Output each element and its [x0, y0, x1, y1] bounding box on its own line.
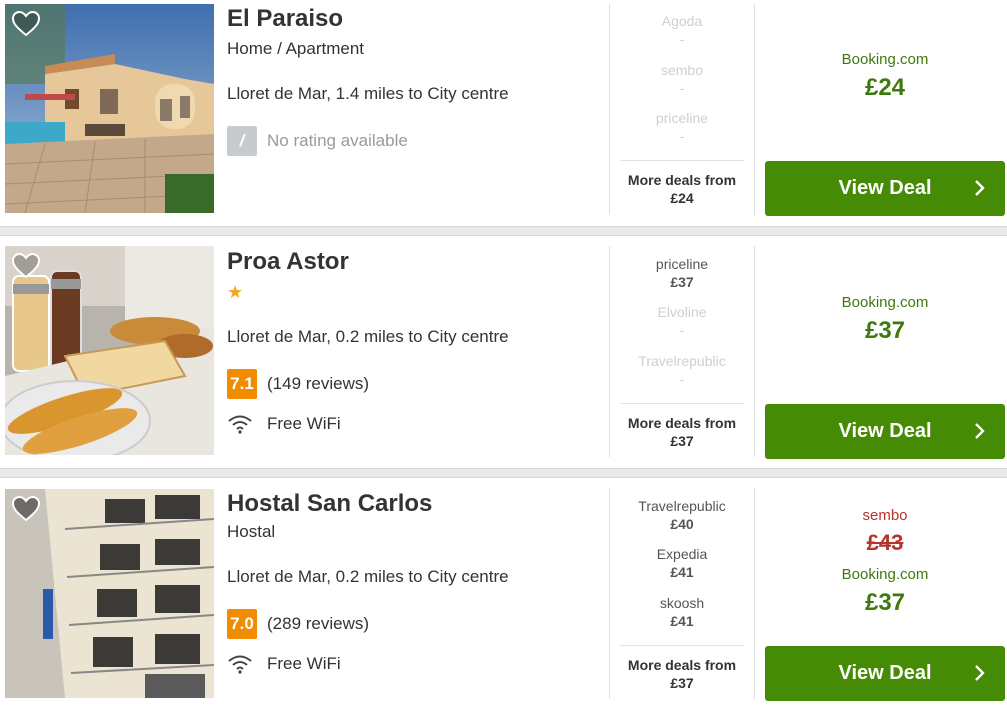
deal-provider: sembo	[660, 62, 704, 78]
rating-row: 7.1 (149 reviews)	[227, 369, 369, 399]
hotel-photo[interactable]	[5, 4, 214, 213]
amenity-label: Free WiFi	[267, 654, 341, 673]
best-price: £24	[864, 74, 906, 101]
deal-item[interactable]: priceline -	[620, 109, 744, 145]
rating-text: (289 reviews)	[267, 614, 370, 633]
deal-provider: Travelrepublic	[638, 353, 726, 369]
more-deals-link[interactable]: More deals from £37	[620, 645, 744, 692]
rating-text: No rating available	[267, 131, 408, 150]
hotel-card-1: El Paraiso Home / Apartment Lloret de Ma…	[0, 0, 1007, 225]
best-price: £37	[864, 589, 906, 616]
deal-item[interactable]: priceline £37	[620, 255, 744, 291]
divider	[609, 246, 610, 457]
more-deals-label: More deals from	[627, 657, 737, 673]
wifi-icon	[228, 655, 252, 674]
deal-item[interactable]: Expedia £41	[620, 545, 744, 581]
heart-icon[interactable]	[12, 11, 40, 37]
more-deals-label: More deals from	[627, 415, 737, 431]
deal-item[interactable]: Elvoline -	[620, 303, 744, 339]
divider	[754, 488, 755, 699]
deal-price: £41	[670, 564, 694, 580]
rating-text: (149 reviews)	[267, 374, 370, 393]
more-deals-price: £24	[670, 190, 694, 206]
heart-icon[interactable]	[12, 496, 40, 522]
hotel-card-2: Proa Astor ★ Lloret de Mar, 0.2 miles to…	[0, 237, 1007, 467]
deal-price: £37	[670, 274, 694, 290]
deal-provider: Travelrepublic	[638, 498, 726, 514]
deal-price: -	[679, 371, 685, 387]
hotel-location: Lloret de Mar, 0.2 miles to City centre	[227, 567, 509, 586]
chevron-right-icon	[975, 665, 985, 681]
heart-icon[interactable]	[12, 253, 40, 279]
hotel-card-3: Hostal San Carlos Hostal Lloret de Mar, …	[0, 479, 1007, 705]
hotel-photo[interactable]	[5, 489, 214, 698]
rating-score: 7.0	[227, 609, 257, 639]
deal-price: -	[679, 128, 685, 144]
deal-provider: priceline	[655, 110, 709, 126]
deal-item[interactable]: Agoda -	[620, 12, 744, 48]
rating-score: 7.1	[227, 369, 257, 399]
best-price: £37	[864, 317, 906, 344]
best-provider: Booking.com	[841, 566, 929, 583]
chevron-right-icon	[975, 180, 985, 196]
view-deal-button[interactable]: View Deal	[765, 646, 1005, 701]
star-icon: ★	[227, 282, 244, 302]
view-deal-button[interactable]: View Deal	[765, 404, 1005, 459]
more-deals-price: £37	[670, 675, 694, 691]
view-deal-label: View Deal	[838, 420, 932, 442]
hotel-name[interactable]: Hostal San Carlos	[227, 490, 432, 518]
hotel-name[interactable]: Proa Astor	[227, 248, 349, 276]
hotel-location: Lloret de Mar, 1.4 miles to City centre	[227, 84, 509, 103]
deal-item[interactable]: Travelrepublic -	[620, 352, 744, 388]
deal-provider: priceline	[655, 256, 709, 272]
deal-price: -	[679, 322, 685, 338]
amenity-label: Free WiFi	[267, 414, 341, 433]
more-deals-link[interactable]: More deals from £24	[620, 160, 744, 207]
property-type: Home / Apartment	[227, 39, 365, 58]
view-deal-button[interactable]: View Deal	[765, 161, 1005, 216]
hotel-photo[interactable]	[5, 246, 214, 455]
hotel-location: Lloret de Mar, 0.2 miles to City centre	[227, 327, 509, 346]
deal-provider: Expedia	[656, 546, 708, 562]
chevron-right-icon	[975, 423, 985, 439]
deal-price: £41	[670, 613, 694, 629]
wifi-icon	[228, 415, 252, 434]
amenity-row: Free WiFi	[227, 653, 341, 675]
deal-price: -	[679, 31, 685, 47]
deal-item[interactable]: Travelrepublic £40	[620, 497, 744, 533]
deal-provider: skoosh	[659, 595, 705, 611]
best-provider: Booking.com	[841, 294, 929, 311]
deal-item[interactable]: sembo -	[620, 61, 744, 97]
more-deals-link[interactable]: More deals from £37	[620, 403, 744, 450]
rating-score: /	[227, 126, 257, 156]
rating-row: / No rating available	[227, 126, 408, 156]
more-deals-price: £37	[670, 433, 694, 449]
card-separator	[0, 468, 1007, 478]
rating-row: 7.0 (289 reviews)	[227, 609, 369, 639]
hotel-name[interactable]: El Paraiso	[227, 5, 343, 33]
deal-provider: Agoda	[661, 13, 703, 29]
best-provider: Booking.com	[841, 51, 929, 68]
amenity-row: Free WiFi	[227, 413, 341, 435]
divider	[609, 488, 610, 699]
property-type: Hostal	[227, 522, 276, 541]
view-deal-label: View Deal	[838, 177, 932, 199]
divider	[754, 4, 755, 215]
divider	[754, 246, 755, 457]
deal-item[interactable]: skoosh £41	[620, 594, 744, 630]
divider	[609, 4, 610, 215]
deal-price: -	[679, 80, 685, 96]
old-provider: sembo	[862, 507, 908, 524]
deal-price: £40	[670, 516, 694, 532]
more-deals-label: More deals from	[627, 172, 737, 188]
card-separator	[0, 226, 1007, 236]
deal-provider: Elvoline	[657, 304, 707, 320]
old-price: £43	[866, 530, 904, 555]
view-deal-label: View Deal	[838, 662, 932, 684]
